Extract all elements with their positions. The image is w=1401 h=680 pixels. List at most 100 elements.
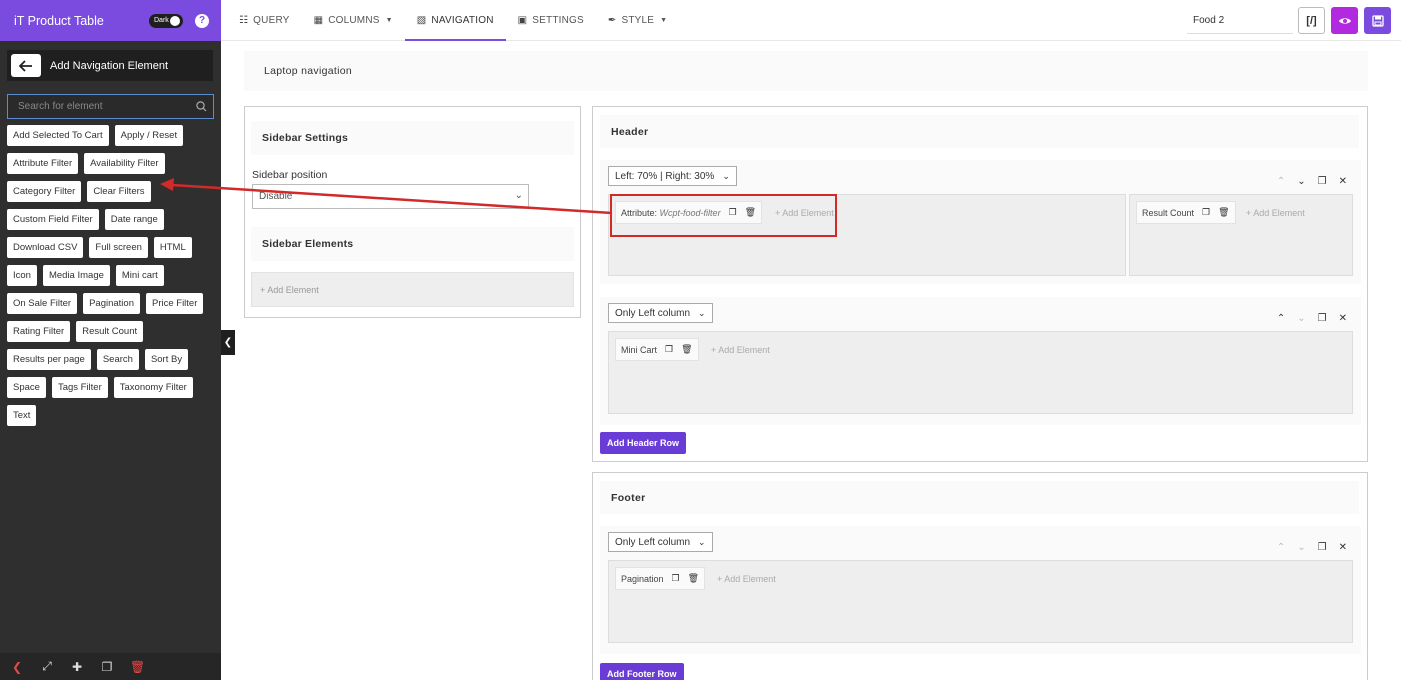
add-footer-row-button[interactable]: Add Footer Row [600,663,684,680]
element-label: Mini Cart [621,344,658,355]
duplicate-icon[interactable]: ❐ [672,573,680,584]
dark-mode-label: Dark [154,17,169,24]
element-chip[interactable]: Tags Filter [51,377,108,398]
element-chip[interactable]: Full screen [89,237,148,258]
element-chip[interactable]: Icon [7,265,37,286]
header-row-2-controls: ⌃ ⌄ ❐ ✕ [1277,313,1347,324]
element-chip[interactable]: Rating Filter [7,321,71,342]
chevron-left-icon: ❮ [223,337,233,348]
element-chip[interactable]: Clear Filters [87,181,151,202]
footer-row-1-layout-value: Only Left column [615,536,691,548]
sidebar-settings-panel: Sidebar Settings Sidebar position Disabl… [244,106,581,318]
duplicate-icon[interactable]: ❐ [1318,176,1327,187]
add-element-link[interactable]: + Add Element [711,345,770,355]
element-chip[interactable]: Search [96,349,139,370]
trash-icon[interactable]: 🗑 [130,660,145,674]
tab-navigation[interactable]: ▧ NAVIGATION [404,0,506,41]
sidebar-elements-title: Sidebar Elements [251,227,574,261]
tab-columns[interactable]: ▦ COLUMNS ▼ [302,0,405,41]
help-icon[interactable]: ? [195,13,209,28]
table-name-field[interactable]: Food 2 [1187,7,1293,34]
element-chip[interactable]: Date range [104,209,164,230]
result-count-element[interactable]: Result Count ❐ 🗑 [1136,201,1236,224]
tab-style-label: STYLE [621,14,655,26]
close-icon[interactable]: ✕ [1339,313,1347,324]
trash-icon[interactable]: 🗑 [688,573,699,584]
trash-icon[interactable]: 🗑 [1218,207,1229,218]
preview-button[interactable] [1331,7,1358,34]
move-up-icon[interactable]: ⌃ [1277,542,1285,553]
element-chip[interactable]: Custom Field Filter [7,209,99,230]
element-search [7,94,214,119]
tab-settings-label: SETTINGS [532,14,584,26]
header-row-2-layout-select[interactable]: Only Left column ⌄ [608,303,713,323]
tab-navigation-label: NAVIGATION [431,14,494,26]
close-icon[interactable]: ✕ [1339,176,1347,187]
shortcode-button[interactable]: [/] [1298,7,1325,34]
element-chip[interactable]: Price Filter [145,293,204,314]
plus-icon[interactable]: ✚ [70,660,84,674]
add-element-link[interactable]: + Add Element [717,574,776,584]
duplicate-icon[interactable]: ❐ [1318,313,1327,324]
element-list: Add Selected To Cart Apply / Reset Attribu… [7,125,217,426]
element-chip[interactable]: Results per page [7,349,91,370]
element-chip[interactable]: Pagination [83,293,140,314]
element-chip[interactable]: Sort By [144,349,189,370]
move-down-icon[interactable]: ⌄ [1297,542,1305,553]
back-button[interactable] [11,54,41,77]
element-chip[interactable]: Download CSV [7,237,84,258]
element-search-input[interactable] [18,101,196,112]
footer-row-1-layout-select[interactable]: Only Left column ⌄ [608,532,713,552]
element-chip[interactable]: Apply / Reset [114,125,184,146]
arrow-left-icon [19,59,32,72]
search-icon[interactable] [196,101,207,112]
element-sidebar: iT Product Table Dark ? Add Navigation E… [0,0,221,680]
element-chip[interactable]: Text [7,405,37,426]
element-chip[interactable]: Availability Filter [84,153,165,174]
save-button[interactable] [1364,7,1391,34]
duplicate-icon[interactable]: ❐ [1318,542,1327,553]
header-panel: Header Left: 70% | Right: 30% ⌄ ⌃ ⌄ ❐ ✕ … [592,106,1368,462]
add-header-row-button[interactable]: Add Header Row [600,432,687,454]
fullscreen-icon[interactable]: ⤢ [40,659,54,674]
element-chip[interactable]: HTML [153,237,192,258]
element-chip[interactable]: Category Filter [7,181,82,202]
header-row-2: Only Left column ⌄ ⌃ ⌄ ❐ ✕ Mini Cart ❐ 🗑… [600,297,1361,425]
add-element-link[interactable]: + Add Element [1246,208,1305,218]
mini-cart-element[interactable]: Mini Cart ❐ 🗑 [615,338,699,361]
element-chip[interactable]: Taxonomy Filter [113,377,193,398]
element-chip[interactable]: Add Selected To Cart [7,125,109,146]
sidebar-add-element[interactable]: + Add Element [251,272,574,307]
element-chip[interactable]: Result Count [76,321,144,342]
sidebar-collapse-handle[interactable]: ❮ [221,330,235,355]
caret-down-icon: ▼ [385,16,393,24]
element-chip[interactable]: On Sale Filter [7,293,78,314]
pagination-element[interactable]: Pagination ❐ 🗑 [615,567,706,590]
move-down-icon[interactable]: ⌄ [1297,176,1305,187]
header-row-1-right-column: Result Count ❐ 🗑 + Add Element [1129,194,1353,276]
add-navigation-element-title: Add Navigation Element [50,59,169,72]
chevron-down-icon: ⌄ [514,190,523,201]
element-chip[interactable]: Mini cart [115,265,164,286]
close-icon[interactable]: ✕ [1339,542,1347,553]
dark-mode-toggle[interactable]: Dark [149,13,183,28]
duplicate-icon[interactable]: ❐ [665,344,673,355]
move-up-icon[interactable]: ⌃ [1277,176,1285,187]
element-chip[interactable]: Space [7,377,46,398]
chevron-left-icon[interactable]: ❮ [10,660,24,674]
brush-icon: ✒ [607,14,617,26]
tab-settings[interactable]: ▣ SETTINGS [506,0,596,41]
header-row-1-layout-select[interactable]: Left: 70% | Right: 30% ⌄ [608,166,737,186]
duplicate-icon[interactable]: ❐ [1202,207,1210,218]
tab-style[interactable]: ✒ STYLE ▼ [596,0,679,41]
copy-icon[interactable]: ❐ [100,660,114,674]
sidebar-position-select[interactable]: Disable ⌄ [252,184,529,209]
tab-query[interactable]: ☷ QUERY [227,0,302,41]
element-chip[interactable]: Media Image [42,265,110,286]
trash-icon[interactable]: 🗑 [681,344,692,355]
move-up-icon[interactable]: ⌃ [1277,313,1285,324]
footer-title: Footer [600,481,1359,514]
element-chip[interactable]: Attribute Filter [7,153,79,174]
add-navigation-element-bar: Add Navigation Element [7,50,213,81]
move-down-icon[interactable]: ⌄ [1297,313,1305,324]
